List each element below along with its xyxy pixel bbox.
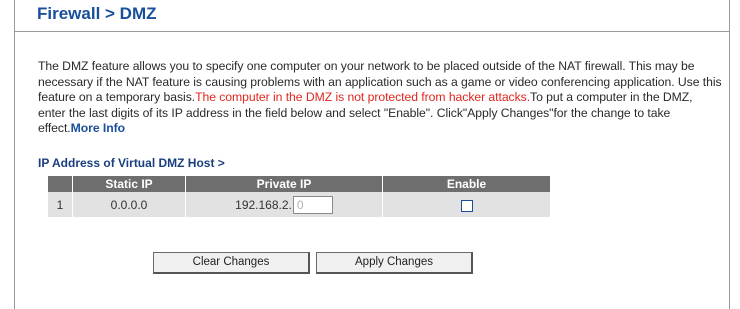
page-frame-right-border <box>729 0 730 309</box>
private-ip-last-octet-input[interactable] <box>292 195 333 214</box>
dmz-host-table: Static IP Private IP Enable 1 0.0.0.0 19… <box>48 176 550 217</box>
column-header-enable: Enable <box>382 176 550 192</box>
table-header-row: Static IP Private IP Enable <box>48 176 550 192</box>
column-header-index <box>48 176 73 192</box>
description-warning: The computer in the DMZ is not protected… <box>195 90 531 105</box>
enable-checkbox[interactable] <box>460 199 473 212</box>
column-header-static-ip: Static IP <box>72 176 186 192</box>
private-ip-cell: 192.168.2. <box>185 192 383 217</box>
clear-changes-button[interactable]: Clear Changes <box>153 252 310 274</box>
title-divider <box>15 31 729 32</box>
dmz-description: The DMZ feature allows you to specify on… <box>38 59 722 137</box>
column-header-private-ip: Private IP <box>185 176 383 192</box>
table-row: 1 0.0.0.0 192.168.2. <box>48 192 550 217</box>
page-title: Firewall > DMZ <box>37 4 157 23</box>
apply-changes-button[interactable]: Apply Changes <box>316 252 473 274</box>
private-ip-prefix: 192.168.2. <box>235 197 292 212</box>
dmz-host-section-label: IP Address of Virtual DMZ Host > <box>38 156 225 170</box>
static-ip-value: 0.0.0.0 <box>72 192 186 217</box>
row-index: 1 <box>48 192 73 217</box>
enable-cell <box>382 192 550 217</box>
more-info-link[interactable]: More Info <box>71 121 125 135</box>
page-frame-left-border <box>14 0 15 309</box>
